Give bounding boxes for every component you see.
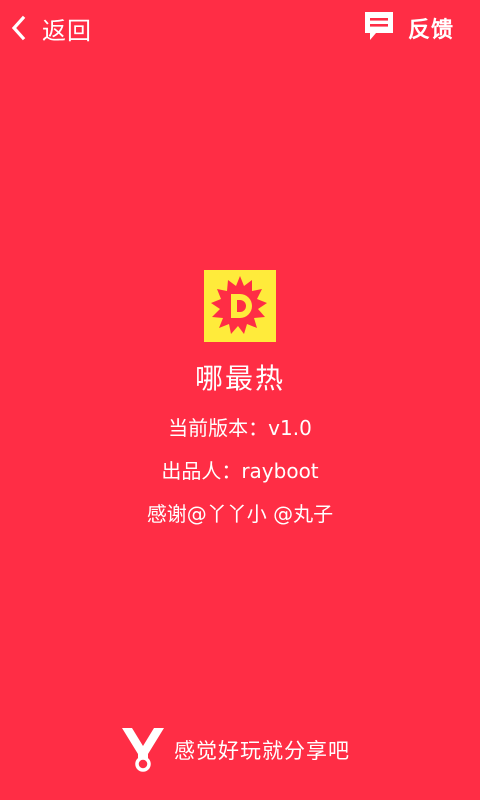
top-bar: 返回 反馈 xyxy=(0,0,480,56)
back-button[interactable]: 返回 xyxy=(8,6,92,50)
thanks-text: 感谢@丫丫小 @丸子 xyxy=(146,502,334,526)
app-logo xyxy=(204,270,276,342)
share-label: 感觉好玩就分享吧 xyxy=(174,739,350,763)
chat-bubble-icon xyxy=(362,9,396,47)
feedback-label: 反馈 xyxy=(407,18,454,43)
share-icon xyxy=(120,724,166,776)
producer-text: 出品人：rayboot xyxy=(161,459,319,483)
share-button[interactable]: 感觉好玩就分享吧 xyxy=(120,726,350,774)
chevron-left-icon xyxy=(8,14,28,42)
app-name: 哪最热 xyxy=(194,362,285,395)
about-section: 哪最热 当前版本：v1.0 出品人：rayboot 感谢@丫丫小 @丸子 xyxy=(0,270,480,527)
version-text: 当前版本：v1.0 xyxy=(168,416,312,440)
back-label: 返回 xyxy=(42,16,92,45)
feedback-button[interactable]: 反馈 xyxy=(362,6,454,50)
